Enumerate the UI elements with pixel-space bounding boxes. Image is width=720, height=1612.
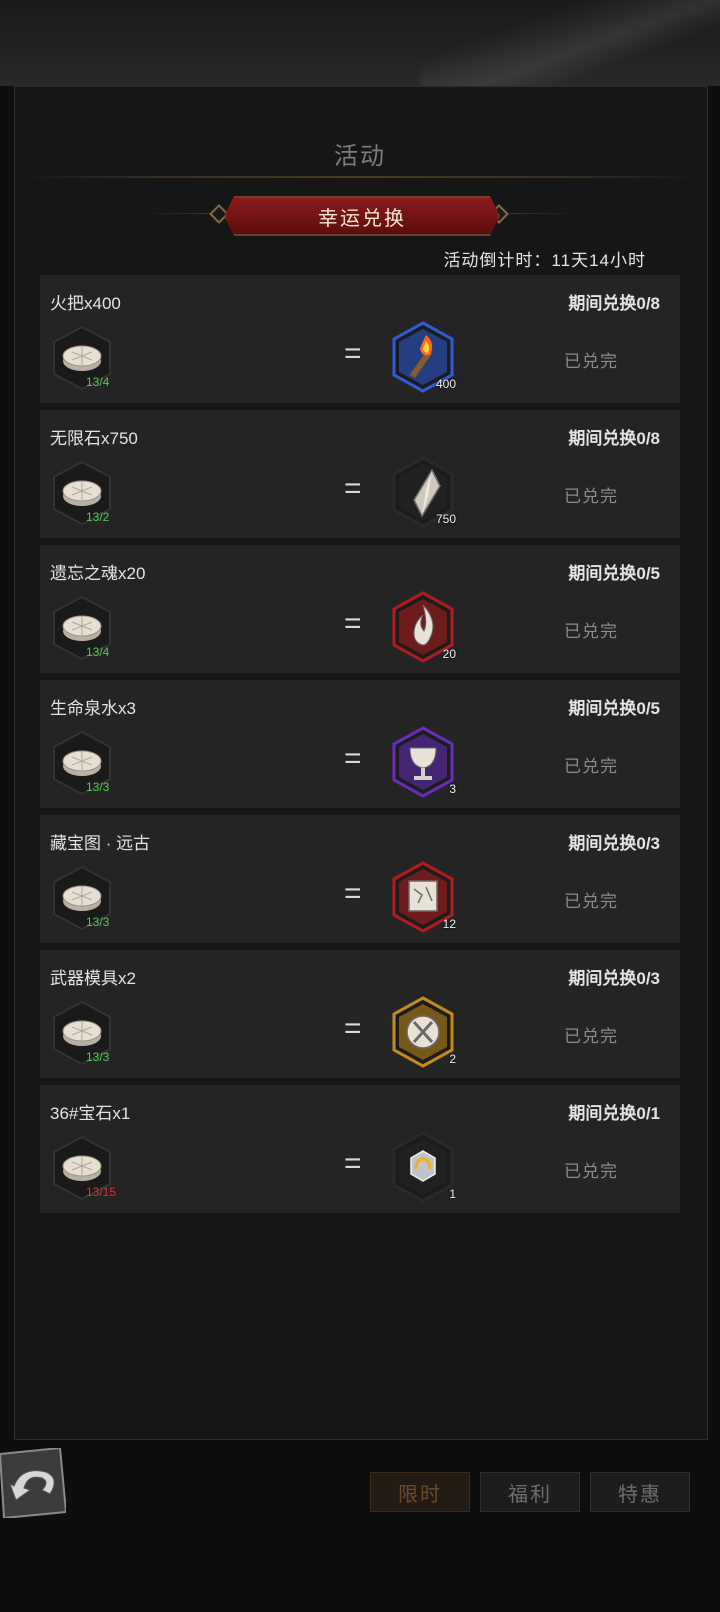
reward-quantity: 12 (442, 917, 456, 931)
cost-count: 13/15 (86, 1185, 117, 1199)
exchanged-status: 已兑完 (564, 352, 618, 371)
reward-item[interactable]: 400 (392, 321, 456, 393)
page-title: 活动 (334, 143, 386, 170)
reward-item[interactable]: 1 (392, 1131, 456, 1203)
cost-item[interactable]: 13/3 (52, 730, 112, 796)
cost-count: 13/4 (86, 645, 110, 659)
exchange-limit: 期间兑换0/1 (568, 1104, 660, 1123)
exchange-limit: 期间兑换0/3 (568, 834, 660, 853)
exchange-row: 藏宝图 · 远古 期间兑换0/3 13/3 = 12 已兑完 (40, 815, 680, 943)
cost-item[interactable]: 13/3 (52, 865, 112, 931)
reward-name: 生命泉水x3 (50, 699, 136, 718)
reward-name: 36#宝石x1 (50, 1104, 131, 1123)
back-arrow-icon[interactable] (0, 1448, 66, 1518)
cost-count: 13/2 (86, 510, 110, 524)
exchange-row: 火把x400 期间兑换0/8 13/4 = 400 已兑完 (40, 275, 680, 403)
exchange-row: 武器模具x2 期间兑换0/3 13/3 = 2 已兑完 (40, 950, 680, 1078)
equals-sign: = (344, 742, 362, 775)
exchange-row: 遗忘之魂x20 期间兑换0/5 13/4 = 20 已兑完 (40, 545, 680, 673)
reward-quantity: 20 (442, 647, 456, 661)
cost-item[interactable]: 13/4 (52, 325, 112, 391)
exchange-row: 生命泉水x3 期间兑换0/5 13/3 = 3 已兑完 (40, 680, 680, 808)
reward-quantity: 3 (449, 782, 456, 796)
exchange-row: 无限石x750 期间兑换0/8 13/2 = 750 已兑完 (40, 410, 680, 538)
equals-sign: = (344, 472, 362, 505)
exchange-limit: 期间兑换0/5 (568, 564, 660, 583)
tab-limited[interactable]: 限时 (370, 1472, 470, 1512)
reward-item[interactable]: 20 (392, 591, 456, 663)
event-countdown: 活动倒计时：11天14小时 (443, 251, 646, 270)
exchanged-status: 已兑完 (564, 1162, 618, 1181)
reward-item[interactable]: 750 (392, 456, 456, 528)
tab-special-offer[interactable]: 特惠 (590, 1472, 690, 1512)
cost-item[interactable]: 13/4 (52, 595, 112, 661)
equals-sign: = (344, 1147, 362, 1180)
exchanged-status: 已兑完 (564, 622, 618, 641)
chalice-icon (392, 726, 454, 798)
cost-item[interactable]: 13/3 (52, 1000, 112, 1066)
reward-name: 火把x400 (50, 294, 121, 313)
title-divider (22, 176, 698, 178)
reward-quantity: 1 (449, 1187, 456, 1201)
tab-welfare[interactable]: 福利 (480, 1472, 580, 1512)
reward-item[interactable]: 2 (392, 996, 456, 1068)
gem-36-icon (392, 1131, 454, 1203)
exchange-limit: 期间兑换0/8 (568, 429, 660, 448)
lucky-exchange-banner: 幸运兑换 (224, 196, 500, 236)
reward-item[interactable]: 12 (392, 861, 456, 933)
exchanged-status: 已兑完 (564, 1027, 618, 1046)
exchange-limit: 期间兑换0/3 (568, 969, 660, 988)
reward-quantity: 2 (449, 1052, 456, 1066)
cost-count: 13/3 (86, 1050, 110, 1064)
exchange-row: 36#宝石x1 期间兑换0/1 13/15 = 1 已兑完 (40, 1085, 680, 1213)
equals-sign: = (344, 337, 362, 370)
exchange-limit: 期间兑换0/8 (568, 294, 660, 313)
top-scene-backdrop (0, 0, 720, 86)
reward-name: 遗忘之魂x20 (50, 564, 146, 583)
exchange-limit: 期间兑换0/5 (568, 699, 660, 718)
weapon-mold-icon (392, 996, 454, 1068)
cost-item[interactable]: 13/2 (52, 460, 112, 526)
equals-sign: = (344, 1012, 362, 1045)
exchanged-status: 已兑完 (564, 892, 618, 911)
reward-name: 武器模具x2 (50, 969, 136, 988)
cost-count: 13/3 (86, 915, 110, 929)
reward-name: 无限石x750 (50, 429, 138, 448)
equals-sign: = (344, 877, 362, 910)
exchanged-status: 已兑完 (564, 757, 618, 776)
reward-quantity: 400 (435, 377, 456, 391)
bottom-tabs: 限时 福利 特惠 (370, 1472, 690, 1512)
exchanged-status: 已兑完 (564, 487, 618, 506)
reward-quantity: 750 (435, 512, 456, 526)
cost-item[interactable]: 13/15 (52, 1135, 116, 1201)
reward-name: 藏宝图 · 远古 (50, 834, 151, 853)
reward-item[interactable]: 3 (392, 726, 456, 798)
cost-count: 13/4 (86, 375, 110, 389)
cost-count: 13/3 (86, 780, 110, 794)
equals-sign: = (344, 607, 362, 640)
